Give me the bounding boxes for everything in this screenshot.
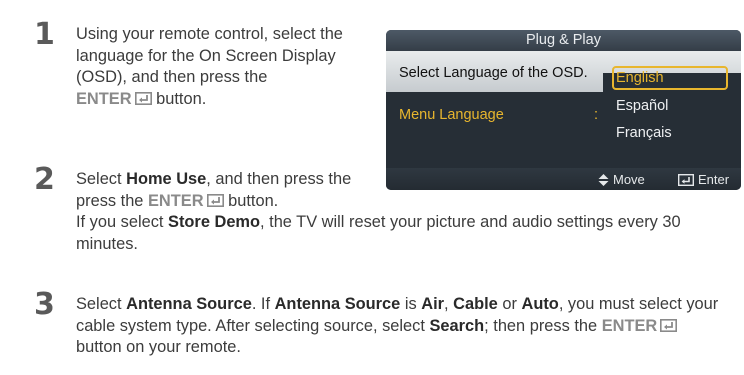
- menu-language-label: Menu Language: [399, 107, 504, 123]
- cable-label: Cable: [453, 295, 498, 313]
- or-word: or: [502, 295, 517, 313]
- select-word: Select: [76, 295, 122, 313]
- language-option-francais[interactable]: Français: [616, 125, 672, 141]
- if-select-text: If you select: [76, 213, 164, 231]
- osd-title: Plug & Play: [386, 30, 741, 51]
- home-use-label: Home Use: [126, 170, 207, 188]
- menu-language-colon: :: [594, 107, 599, 123]
- store-demo-label: Store Demo: [168, 213, 261, 231]
- if-word: . If: [251, 295, 271, 313]
- enter-label: Enter: [698, 172, 730, 187]
- enter-label: ENTER: [147, 191, 204, 210]
- enter-icon: [660, 318, 678, 332]
- move-label: Move: [613, 172, 645, 187]
- search-label: Search: [429, 316, 485, 335]
- move-hint: Move: [598, 172, 645, 187]
- enter-icon: [206, 193, 224, 207]
- button-word: button.: [228, 191, 279, 210]
- enter-hint: Enter: [678, 172, 729, 187]
- antenna-source-label-2: Antenna Source: [274, 295, 401, 313]
- osd-question: Select Language of the OSD.: [399, 65, 588, 81]
- step-3-text: Select Antenna Source. If Antenna Source…: [76, 295, 719, 356]
- updown-arrow-icon: [598, 173, 613, 186]
- enter-label: ENTER: [76, 89, 132, 108]
- antenna-source-label: Antenna Source: [126, 295, 252, 313]
- step-number-3: 3: [34, 287, 55, 322]
- step-1-intro: Using your remote control, select the la…: [76, 25, 343, 86]
- step-1-button-word: button.: [156, 89, 207, 108]
- select-word: Select: [76, 170, 122, 188]
- language-option-english[interactable]: English: [616, 70, 664, 86]
- and-then-text: , and then press the: [206, 170, 352, 188]
- step-number-2: 2: [34, 162, 55, 197]
- enter-label: ENTER: [601, 316, 658, 335]
- enter-icon: [134, 91, 152, 105]
- osd-plug-and-play-window: Plug & Play Select Language of the OSD. …: [386, 30, 741, 190]
- is-word: is: [404, 295, 417, 313]
- step-1-text: Using your remote control, select the la…: [76, 24, 374, 110]
- enter-icon: [678, 173, 698, 186]
- then-press-text: ; then press the: [484, 316, 598, 335]
- air-label: Air: [421, 295, 445, 313]
- osd-footer: Move Enter: [386, 168, 741, 190]
- auto-label: Auto: [521, 295, 559, 313]
- button-on-remote-text: button on your remote.: [76, 338, 241, 356]
- store-demo-rest: , the TV will reset your picture and aud…: [76, 213, 681, 253]
- step-number-1: 1: [34, 17, 55, 52]
- language-option-espanol[interactable]: Español: [616, 98, 668, 114]
